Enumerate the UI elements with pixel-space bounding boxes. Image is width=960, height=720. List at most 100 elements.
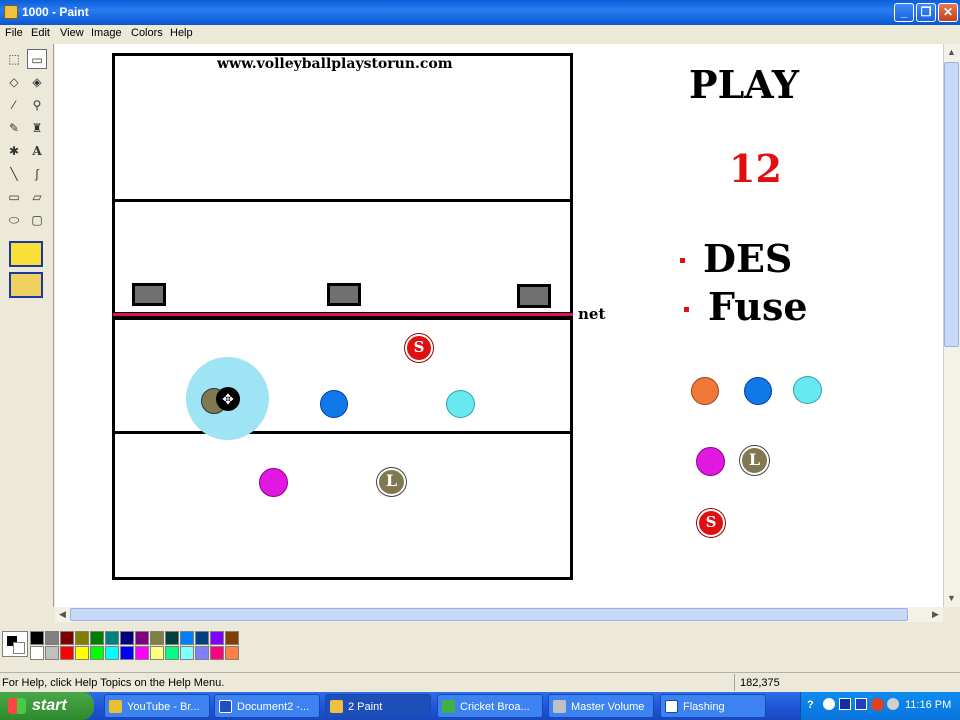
tray-app-icon[interactable] bbox=[823, 698, 835, 710]
palette-swatch[interactable] bbox=[75, 646, 89, 660]
eraser-icon[interactable]: ◇ bbox=[4, 72, 24, 92]
palette-swatch[interactable] bbox=[45, 631, 59, 645]
start-label: start bbox=[32, 697, 67, 714]
task-flashing[interactable]: Flashing bbox=[660, 694, 766, 718]
rounded-rect-tool-icon[interactable]: ▢ bbox=[27, 210, 47, 230]
minimize-button[interactable]: _ bbox=[894, 3, 914, 22]
tray-display-icon[interactable] bbox=[855, 698, 867, 710]
move-cursor-icon: ✥ bbox=[216, 387, 240, 411]
airbrush-icon[interactable]: ✱ bbox=[4, 141, 24, 161]
menu-view[interactable]: View bbox=[60, 27, 84, 39]
palette-swatch[interactable] bbox=[135, 646, 149, 660]
palette-swatch[interactable] bbox=[210, 646, 224, 660]
free-select-icon[interactable]: ⬚ bbox=[4, 49, 24, 69]
magnifier-icon[interactable]: ⚲ bbox=[27, 95, 47, 115]
palette-swatch[interactable] bbox=[210, 631, 224, 645]
menu-colors[interactable]: Colors bbox=[131, 27, 163, 39]
menu-image[interactable]: Image bbox=[91, 27, 122, 39]
title-bar[interactable]: 1000 - Paint _ ❐ ✕ bbox=[0, 0, 960, 25]
palette-swatch[interactable] bbox=[120, 631, 134, 645]
palette-swatch[interactable] bbox=[90, 631, 104, 645]
close-button[interactable]: ✕ bbox=[938, 3, 958, 22]
curve-tool-icon[interactable]: ∫ bbox=[27, 164, 47, 184]
polygon-tool-icon[interactable]: ▱ bbox=[27, 187, 47, 207]
color-picker-icon[interactable]: ⁄ bbox=[4, 95, 24, 115]
windows-logo-icon bbox=[8, 698, 26, 714]
system-tray: ? 11:16 PM bbox=[800, 692, 960, 720]
palette-swatch[interactable] bbox=[60, 631, 74, 645]
legend-cyan-marker bbox=[793, 376, 822, 404]
palette-swatch[interactable] bbox=[30, 646, 44, 660]
rect-select-icon[interactable]: ▭ bbox=[27, 49, 47, 69]
palette-swatch[interactable] bbox=[165, 646, 179, 660]
paint-app-icon[interactable] bbox=[4, 5, 18, 19]
fill-bucket-icon[interactable]: ◈ bbox=[27, 72, 47, 92]
maximize-button[interactable]: ❐ bbox=[916, 3, 936, 22]
palette-swatch[interactable] bbox=[60, 646, 74, 660]
scroll-right-arrow-icon[interactable]: ▶ bbox=[928, 607, 943, 622]
palette-swatch[interactable] bbox=[90, 646, 104, 660]
palette-swatch[interactable] bbox=[105, 646, 119, 660]
palette-swatch[interactable] bbox=[75, 631, 89, 645]
palette-swatch[interactable] bbox=[165, 631, 179, 645]
text-tool-icon[interactable]: A bbox=[27, 141, 47, 161]
menu-file[interactable]: File bbox=[5, 27, 23, 39]
line-tool-icon[interactable]: ╲ bbox=[4, 164, 24, 184]
palette-swatch[interactable] bbox=[225, 646, 239, 660]
help-tray-icon[interactable]: ? bbox=[807, 699, 814, 711]
word-icon bbox=[219, 700, 232, 713]
legend-blue-marker bbox=[744, 377, 772, 405]
background-color[interactable] bbox=[13, 642, 25, 654]
palette-swatch[interactable] bbox=[180, 646, 194, 660]
rectangle-tool-icon[interactable]: ▭ bbox=[4, 187, 24, 207]
window-title: 1000 - Paint bbox=[22, 5, 89, 19]
tray-speaker-icon[interactable] bbox=[887, 698, 899, 710]
task-paint[interactable]: 2 Paint bbox=[325, 694, 431, 718]
task-master-volume[interactable]: Master Volume bbox=[548, 694, 654, 718]
palette-swatch[interactable] bbox=[195, 631, 209, 645]
play-number: 12 bbox=[729, 146, 782, 191]
palette-swatch[interactable] bbox=[45, 646, 59, 660]
palette-swatch[interactable] bbox=[195, 646, 209, 660]
scroll-up-arrow-icon[interactable]: ▲ bbox=[944, 45, 959, 60]
cricket-app-icon bbox=[442, 700, 455, 713]
task-youtube[interactable]: YouTube - Br... bbox=[104, 694, 210, 718]
drawing-canvas[interactable]: www.volleyballplaystorun.com net S ✥ L P… bbox=[55, 44, 943, 607]
paint-icon bbox=[330, 700, 343, 713]
menu-bar: File Edit View Image Colors Help bbox=[0, 25, 960, 43]
horizontal-scroll-thumb[interactable] bbox=[70, 608, 908, 621]
legend-magenta-marker bbox=[696, 447, 725, 476]
magenta-player-marker bbox=[259, 468, 288, 497]
start-button[interactable]: start bbox=[0, 692, 94, 720]
palette-swatch[interactable] bbox=[135, 631, 149, 645]
bullet-fuse bbox=[684, 307, 689, 312]
toolbox: ⬚ ▭ ◇ ◈ ⁄ ⚲ ✎ ♜ ✱ A ╲ ∫ ▭ ▱ ⬭ ▢ bbox=[0, 44, 54, 607]
palette-swatch[interactable] bbox=[105, 631, 119, 645]
palette-swatch[interactable] bbox=[180, 631, 194, 645]
vertical-scroll-thumb[interactable] bbox=[944, 62, 959, 347]
taskbar: start YouTube - Br... Document2 -... 2 P… bbox=[0, 692, 960, 720]
cyan-player-marker bbox=[446, 390, 475, 418]
task-document2[interactable]: Document2 -... bbox=[214, 694, 320, 718]
tray-window-icon[interactable] bbox=[839, 698, 851, 710]
palette-swatch[interactable] bbox=[120, 646, 134, 660]
opaque-selection-option[interactable] bbox=[9, 272, 43, 298]
legend-orange-marker bbox=[691, 377, 719, 405]
ellipse-tool-icon[interactable]: ⬭ bbox=[4, 210, 24, 230]
blocker-right bbox=[517, 284, 551, 308]
tray-network-icon[interactable] bbox=[871, 698, 884, 711]
pencil-icon[interactable]: ✎ bbox=[4, 118, 24, 138]
task-cricket[interactable]: Cricket Broa... bbox=[437, 694, 543, 718]
brush-icon[interactable]: ♜ bbox=[27, 118, 47, 138]
scroll-down-arrow-icon[interactable]: ▼ bbox=[944, 591, 959, 606]
menu-edit[interactable]: Edit bbox=[31, 27, 50, 39]
menu-help[interactable]: Help bbox=[170, 27, 193, 39]
palette-swatch[interactable] bbox=[30, 631, 44, 645]
transparent-selection-option[interactable] bbox=[9, 241, 43, 267]
scroll-left-arrow-icon[interactable]: ◀ bbox=[55, 607, 70, 622]
palette-swatch[interactable] bbox=[150, 631, 164, 645]
palette-swatch[interactable] bbox=[150, 646, 164, 660]
status-coordinates: 182,375 bbox=[740, 677, 780, 689]
legend-libero-marker: L bbox=[740, 446, 769, 475]
palette-swatch[interactable] bbox=[225, 631, 239, 645]
